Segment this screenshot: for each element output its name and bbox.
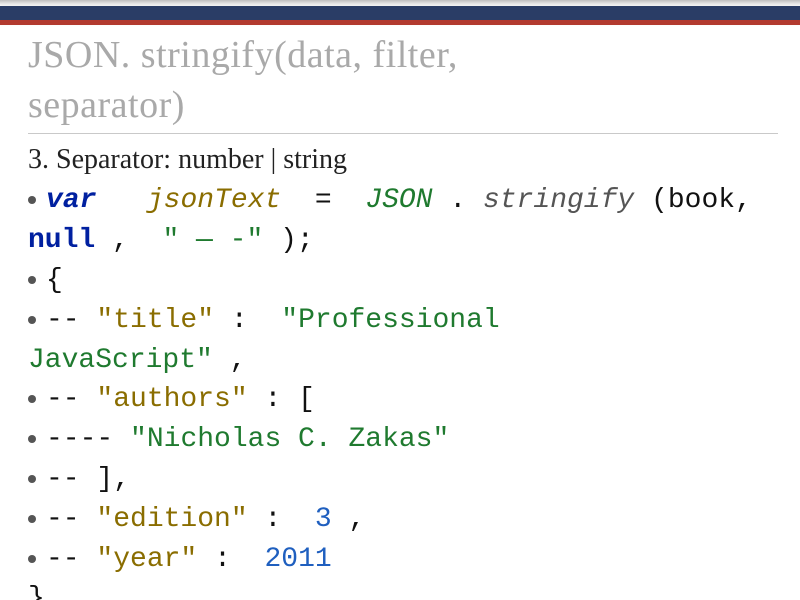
- bullet-icon: [28, 555, 36, 563]
- bullet-icon: [28, 475, 36, 483]
- code-line-10: }: [28, 580, 778, 600]
- null-keyword: null: [28, 225, 95, 256]
- slide-content: JSON. stringify(data, filter, separator)…: [28, 34, 778, 600]
- authors-key: "authors": [96, 384, 247, 415]
- code-line-6: ---- "Nicholas C. Zakas": [28, 421, 778, 459]
- code-line-4: -- "title" : "Professional: [28, 302, 778, 340]
- bullet-icon: [28, 515, 36, 523]
- author-value: "Nicholas C. Zakas": [130, 424, 449, 455]
- open-paren: (book,: [651, 185, 752, 216]
- json-class: JSON: [365, 185, 432, 216]
- bullet-icon: [28, 435, 36, 443]
- close-call: );: [280, 225, 314, 256]
- indent-marks: ----: [46, 424, 113, 455]
- slide-container: JSON. stringify(data, filter, separator)…: [0, 0, 800, 600]
- title-key: "title": [96, 305, 214, 336]
- comma: ,: [112, 225, 146, 256]
- close-brace: }: [28, 583, 45, 600]
- indent-marks: --: [46, 464, 80, 495]
- comma: ,: [349, 504, 366, 535]
- var-keyword: var: [46, 185, 96, 216]
- var-name: jsonText: [147, 185, 281, 216]
- title-divider: [28, 133, 778, 134]
- year-value: 2011: [264, 544, 331, 575]
- equals: =: [298, 185, 348, 216]
- colon: :: [264, 504, 298, 535]
- indent-marks: --: [46, 504, 80, 535]
- slide-title-line2: separator): [28, 84, 778, 128]
- slide-title-line1: JSON. stringify(data, filter,: [28, 34, 778, 78]
- bullet-icon: [28, 196, 36, 204]
- indent-marks: --: [46, 544, 80, 575]
- code-line-3: {: [28, 262, 778, 300]
- colon: :: [214, 544, 248, 575]
- separator-string: " — -": [162, 225, 263, 256]
- code-line-1: var jsonText = JSON . stringify (book,: [28, 182, 778, 220]
- code-line-2: null , " — -" );: [28, 222, 778, 260]
- bullet-icon: [28, 316, 36, 324]
- code-line-9: -- "year" : 2011: [28, 541, 778, 579]
- indent-marks: --: [46, 384, 80, 415]
- subheading: 3. Separator: number | string: [28, 144, 778, 176]
- edition-key: "edition": [96, 504, 247, 535]
- comma: ,: [230, 345, 247, 376]
- code-line-7: -- ],: [28, 461, 778, 499]
- bullet-icon: [28, 395, 36, 403]
- code-block: var jsonText = JSON . stringify (book, n…: [28, 182, 778, 600]
- code-line-8: -- "edition" : 3 ,: [28, 501, 778, 539]
- stringify-method: stringify: [483, 185, 634, 216]
- header-band: [0, 6, 800, 20]
- title-value-part1: "Professional: [281, 305, 499, 336]
- colon-bracket: : [: [264, 384, 314, 415]
- open-brace: {: [46, 262, 63, 300]
- top-shadow: [0, 0, 800, 6]
- indent-marks: --: [46, 305, 80, 336]
- title-value-part2: JavaScript": [28, 345, 213, 376]
- code-line-4b: JavaScript" ,: [28, 342, 778, 380]
- year-key: "year": [96, 544, 197, 575]
- edition-value: 3: [315, 504, 332, 535]
- dot: .: [449, 185, 466, 216]
- close-bracket: ],: [96, 464, 130, 495]
- code-line-5: -- "authors" : [: [28, 381, 778, 419]
- bullet-icon: [28, 276, 36, 284]
- colon: :: [231, 305, 265, 336]
